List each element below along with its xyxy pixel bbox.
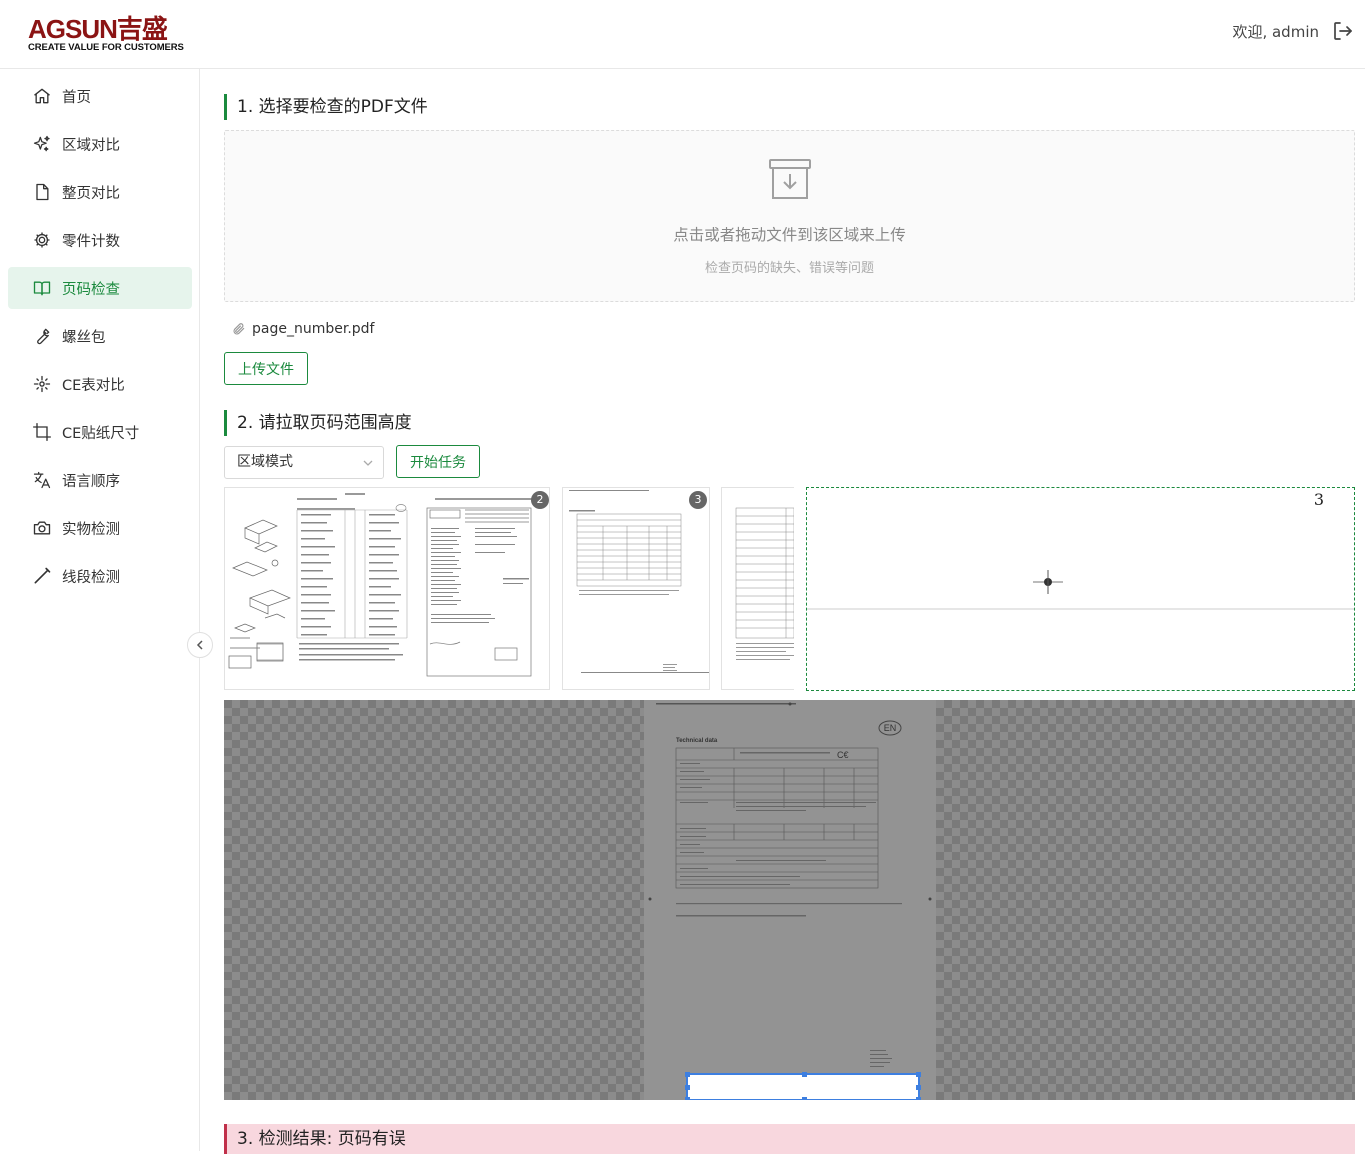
logout-icon[interactable] [1331, 19, 1355, 43]
sidebar-item-label: 区域对比 [62, 137, 120, 154]
brand-logo[interactable]: AGSUN吉盛 CREATE VALUE FOR CUSTOMERS [28, 16, 184, 54]
page-language-label: EN [884, 723, 897, 733]
resize-handle-bottom-right[interactable] [916, 1097, 921, 1100]
home-icon [34, 88, 50, 104]
page-thumbnail[interactable]: 2 [224, 487, 550, 690]
chevron-down-icon [363, 460, 373, 466]
crop-icon [33, 423, 51, 441]
sidebar-item-label: CE表对比 [62, 377, 125, 394]
resize-handle-left[interactable] [685, 1085, 690, 1090]
book-icon [33, 281, 51, 296]
mode-select[interactable]: 区域模式 [224, 446, 384, 479]
mode-select-value: 区域模式 [237, 454, 293, 470]
sidebar-item-label: 语言顺序 [62, 473, 120, 490]
pen-icon [34, 567, 51, 584]
page-thumbnail-strip: 2 3 [224, 487, 794, 690]
sidebar-item-label: 零件计数 [62, 233, 120, 250]
translate-icon [33, 471, 51, 489]
dropzone-main-text: 点击或者拖动文件到该区域来上传 [673, 226, 906, 244]
sidebar: 首页 区域对比 整页对比 零件计数 页码检查 螺丝包 CE表对比 CE贴纸尺寸 … [0, 69, 200, 1151]
svg-text:C€: C€ [837, 750, 849, 760]
page-number-badge: 2 [531, 491, 549, 509]
sidebar-item-ce-sticker-size[interactable]: CE贴纸尺寸 [8, 411, 192, 453]
sidebar-item-label: 页码检查 [62, 281, 120, 298]
page-thumbnail-image [735, 507, 794, 660]
main-content: 1. 选择要检查的PDF文件 点击或者拖动文件到该区域来上传 检查页码的缺失、错… [200, 69, 1365, 1154]
sidebar-item-label: 整页对比 [62, 185, 120, 202]
upload-file-button[interactable]: 上传文件 [224, 352, 308, 385]
file-name: page_number.pdf [252, 321, 375, 337]
page-number-region-preview[interactable]: 3 [806, 487, 1355, 691]
paperclip-icon [233, 323, 245, 335]
sidebar-item-object-detect[interactable]: 实物检测 [8, 507, 192, 549]
uploaded-file-item[interactable]: page_number.pdf [232, 321, 374, 337]
resize-handle-bottom-left[interactable] [685, 1097, 690, 1100]
welcome-text: 欢迎, admin [1232, 22, 1319, 41]
preview-drawing [807, 570, 1354, 610]
sidebar-item-page-compare[interactable]: 整页对比 [8, 171, 192, 213]
sidebar-item-language-order[interactable]: 语言顺序 [8, 459, 192, 501]
step1-title: 1. 选择要检查的PDF文件 [224, 94, 428, 120]
document-icon [36, 183, 49, 201]
sidebar-item-label: 线段检测 [62, 569, 120, 586]
sidebar-item-label: 首页 [62, 89, 91, 106]
page-content-drawing: EN Technical data C€ [648, 702, 932, 1067]
page-thumbnail-image [569, 490, 709, 673]
sidebar-item-page-number-check[interactable]: 页码检查 [8, 267, 192, 309]
resize-handle-top-left[interactable] [685, 1072, 690, 1077]
sidebar-item-ce-table-compare[interactable]: CE表对比 [8, 363, 192, 405]
sidebar-item-line-detect[interactable]: 线段检测 [8, 555, 192, 597]
page-number-badge: 3 [689, 491, 707, 509]
sidebar-item-home[interactable]: 首页 [8, 75, 192, 117]
gear-icon [34, 232, 50, 248]
camera-icon [33, 521, 51, 535]
user-area: 欢迎, admin [1232, 19, 1355, 43]
logo-tagline: CREATE VALUE FOR CUSTOMERS [28, 42, 184, 53]
page-heading: Technical data [676, 738, 718, 744]
resize-handle-right[interactable] [916, 1085, 921, 1090]
page-editor-canvas[interactable]: EN Technical data C€ [224, 700, 1355, 1100]
page-thumbnail[interactable]: 3 [562, 487, 710, 690]
resize-handle-bottom[interactable] [802, 1097, 807, 1100]
focus-icon [33, 375, 51, 393]
sidebar-item-label: 实物检测 [62, 521, 120, 538]
step3-result-title: 3. 检测结果: 页码有误 [224, 1124, 1355, 1154]
step2-title: 2. 请拉取页码范围高度 [224, 410, 412, 436]
logo-wordmark: AGSUN吉盛 [28, 14, 168, 44]
page-thumbnail[interactable] [721, 487, 794, 690]
sidebar-item-screw-pack[interactable]: 螺丝包 [8, 315, 192, 357]
sparkles-icon [33, 135, 50, 152]
resize-handle-top-right[interactable] [916, 1072, 921, 1077]
page-number-range-selection[interactable] [685, 1072, 921, 1100]
start-task-button[interactable]: 开始任务 [396, 445, 480, 478]
sidebar-item-label: 螺丝包 [62, 329, 106, 346]
app-header: AGSUN吉盛 CREATE VALUE FOR CUSTOMERS 欢迎, a… [0, 0, 1365, 69]
inbox-download-icon [769, 159, 811, 199]
pdf-page-preview: EN Technical data C€ [644, 700, 936, 1100]
dropzone-hint-text: 检查页码的缺失、错误等问题 [704, 261, 874, 276]
wrench-icon [37, 328, 50, 345]
resize-handle-top[interactable] [802, 1072, 807, 1077]
sidebar-item-region-compare[interactable]: 区域对比 [8, 123, 192, 165]
upload-dropzone[interactable]: 点击或者拖动文件到该区域来上传 检查页码的缺失、错误等问题 [224, 130, 1355, 302]
page-thumbnail-image [228, 493, 535, 677]
sidebar-item-label: CE贴纸尺寸 [62, 425, 140, 442]
sidebar-item-part-count[interactable]: 零件计数 [8, 219, 192, 261]
